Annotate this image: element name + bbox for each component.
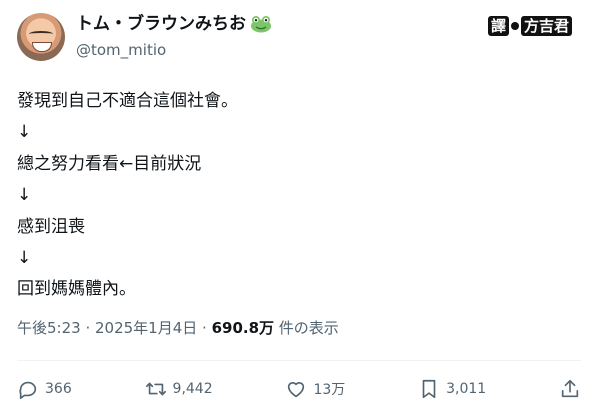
tweet-meta: 午後5:23 · 2025年1月4日 · 690.8万 件の表示 (17, 317, 339, 338)
author-display-name[interactable]: トム・ブラウンみちお (76, 12, 246, 36)
bookmark-button[interactable]: 3,011 (418, 378, 486, 400)
author-handle[interactable]: @tom_mitio (76, 40, 166, 60)
tweet-line: 感到沮喪 (17, 216, 85, 237)
bookmark-icon (418, 378, 440, 400)
avatar-eyes (29, 31, 53, 37)
tweet-line: 總之努力看看←目前狀況 (17, 153, 202, 174)
retweet-icon (145, 378, 167, 400)
tweet-date[interactable]: 2025年1月4日 (95, 319, 197, 337)
tweet-time[interactable]: 午後5:23 (17, 319, 81, 337)
view-count-suffix: 件の表示 (274, 319, 339, 337)
watermark-dot-icon (510, 22, 519, 30)
like-count: 13万 (313, 382, 346, 398)
avatar[interactable] (17, 13, 65, 61)
reply-count: 366 (45, 381, 72, 397)
tweet-line: 回到媽媽體內。 (17, 279, 136, 300)
share-button[interactable] (559, 378, 581, 400)
tweet-line: ↓ (17, 122, 32, 143)
frog-face-icon (250, 15, 272, 33)
author-name-row[interactable]: トム・ブラウンみちお (76, 12, 272, 36)
tweet-line: ↓ (17, 247, 32, 268)
retweet-count: 9,442 (172, 381, 213, 397)
tweet-text: 發現到自己不適合這個社會。 ↓ 總之努力看看←目前狀況 ↓ 感到沮喪 ↓ 回到媽… (17, 86, 577, 306)
action-bar: 366 9,442 13万 3,011 (17, 374, 581, 404)
tweet-line: 發現到自己不適合這個社會。 (17, 91, 238, 111)
view-count: 690.8万 (211, 319, 275, 337)
bookmark-count: 3,011 (446, 381, 487, 397)
watermark-label: 譯 (487, 16, 509, 36)
reply-button[interactable]: 366 (17, 378, 72, 400)
avatar-mouth (32, 42, 52, 52)
divider (17, 360, 581, 361)
reply-icon (17, 378, 39, 400)
meta-separator: · (197, 319, 212, 337)
like-button[interactable]: 13万 (285, 378, 345, 400)
translator-watermark: 譯 方吉君 (487, 16, 572, 36)
share-icon (559, 378, 581, 400)
heart-icon (285, 378, 307, 400)
tweet-line: ↓ (17, 185, 32, 206)
watermark-name: 方吉君 (520, 16, 572, 36)
retweet-button[interactable]: 9,442 (145, 378, 213, 400)
meta-separator: · (80, 319, 95, 337)
